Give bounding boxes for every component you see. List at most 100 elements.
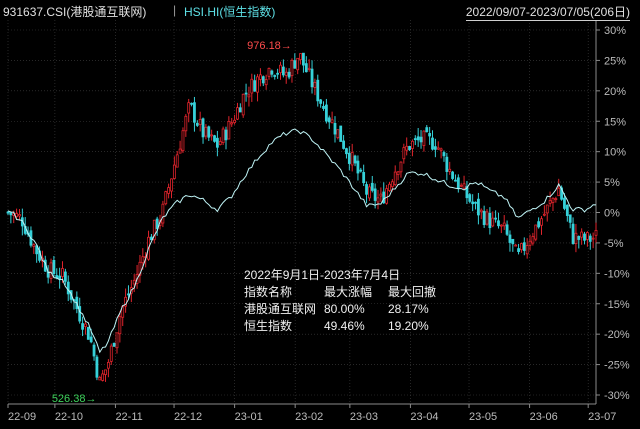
candle-body <box>52 260 56 274</box>
main-index-label[interactable]: 931637.CSI(港股通互联网) <box>3 3 146 20</box>
candle-body <box>178 148 182 154</box>
candle-body <box>382 191 386 204</box>
candle-body <box>356 160 360 174</box>
stats-cell: 49.46% <box>324 319 365 333</box>
compare-index-label[interactable]: HSI.HI(恒生指数) <box>184 3 275 20</box>
candle-body <box>502 222 506 227</box>
candle-body <box>508 234 512 243</box>
candle-body <box>304 63 308 73</box>
candle-body <box>101 373 105 381</box>
candle-body <box>577 236 581 240</box>
candle-body <box>267 67 271 77</box>
candle-body <box>273 75 277 77</box>
candle-body <box>563 197 566 209</box>
candle-body <box>6 211 10 214</box>
y-axis: 30% 25% 20% 15% 10% 5% 0% -5% -10% -15% -20% -25% -3… <box>596 25 630 402</box>
candle-body <box>330 119 334 124</box>
candle-body <box>462 183 466 189</box>
candle-body <box>548 200 552 204</box>
candle-body <box>9 212 13 216</box>
candle-body <box>313 81 317 88</box>
candle-body <box>190 102 193 105</box>
y-tick-label: -15% <box>604 299 630 311</box>
candle-body <box>287 71 291 78</box>
candle-body <box>359 169 363 172</box>
candle-body <box>439 148 443 151</box>
stats-row: 港股通互联网 80.00% 28.17% <box>244 301 458 318</box>
candle-body <box>402 147 406 160</box>
candle-body <box>233 119 236 123</box>
candle-body <box>86 327 90 340</box>
candle-body <box>172 164 176 179</box>
candle-body <box>517 248 520 252</box>
candle-body <box>419 136 423 143</box>
candle-body <box>236 107 239 120</box>
candle-body <box>15 213 19 217</box>
y-tick-label: 30% <box>604 25 626 37</box>
candle-body <box>436 147 440 150</box>
candle-body <box>95 356 99 378</box>
candle-body <box>551 197 555 203</box>
candle-body <box>127 293 130 296</box>
candle-body <box>347 152 351 164</box>
candle-body <box>118 316 122 335</box>
candle-body <box>537 221 541 228</box>
x-tick-label: 22-12 <box>174 411 202 423</box>
candle-body <box>32 244 36 247</box>
candle-body <box>370 182 374 191</box>
candle-body <box>215 137 219 148</box>
candle-body <box>594 230 598 236</box>
candle-body <box>585 232 589 240</box>
y-tick-label: -25% <box>604 360 630 372</box>
candle-body <box>362 172 366 184</box>
candle-body <box>161 203 165 224</box>
candle-body <box>342 140 345 149</box>
candle-body <box>61 268 64 277</box>
x-tick-label: 22-09 <box>8 411 36 423</box>
candle-body <box>451 171 454 179</box>
candle-body <box>302 52 305 66</box>
candle-body <box>565 204 569 216</box>
y-tick-label: 10% <box>604 147 626 159</box>
candle-body <box>511 238 515 245</box>
candle-body <box>92 344 96 357</box>
annotations: 976.18→ 526.38→ <box>52 40 292 405</box>
candle-body <box>534 224 538 240</box>
candle-body <box>319 99 323 104</box>
high-annotation: 976.18→ <box>247 40 292 52</box>
candle-body <box>106 362 110 369</box>
candle-body <box>207 126 211 138</box>
x-tick-label: 23-05 <box>469 411 497 423</box>
candle-body <box>339 125 343 142</box>
y-tick-label: 25% <box>604 55 626 67</box>
candle-body <box>482 210 486 226</box>
x-tick-label: 22-10 <box>55 411 83 423</box>
candle-body <box>84 323 87 327</box>
x-tick-label: 23-02 <box>295 411 323 423</box>
candle-body <box>81 323 84 330</box>
candle-body <box>316 79 320 102</box>
candle-body <box>49 262 53 279</box>
candle-body <box>63 271 67 282</box>
candle-body <box>365 184 368 195</box>
candlestick-chart[interactable]: 30% 25% 20% 15% 10% 5% 0% -5% -10% -15% -20% -25% -3… <box>0 0 640 429</box>
candle-body <box>184 115 188 132</box>
candle-body <box>488 212 492 229</box>
candle-body <box>525 245 529 255</box>
candle-body <box>568 214 572 223</box>
date-range-selector[interactable]: 2022/09/07-2023/07/05(206日) <box>465 3 630 21</box>
candle-body <box>296 57 300 71</box>
candle-body <box>368 186 371 199</box>
candle-body <box>244 92 248 95</box>
candle-body <box>494 217 498 220</box>
candle-body <box>405 145 409 151</box>
candle-body <box>456 177 460 190</box>
stats-header-cell: 指数名称 <box>244 285 293 299</box>
candle-body <box>104 369 107 375</box>
candle-body <box>164 191 168 205</box>
candle-body <box>58 275 62 280</box>
candle-body <box>204 126 208 137</box>
grid-lines <box>7 20 597 405</box>
candle-body <box>290 59 294 77</box>
x-tick-label: 23-07 <box>588 411 616 423</box>
